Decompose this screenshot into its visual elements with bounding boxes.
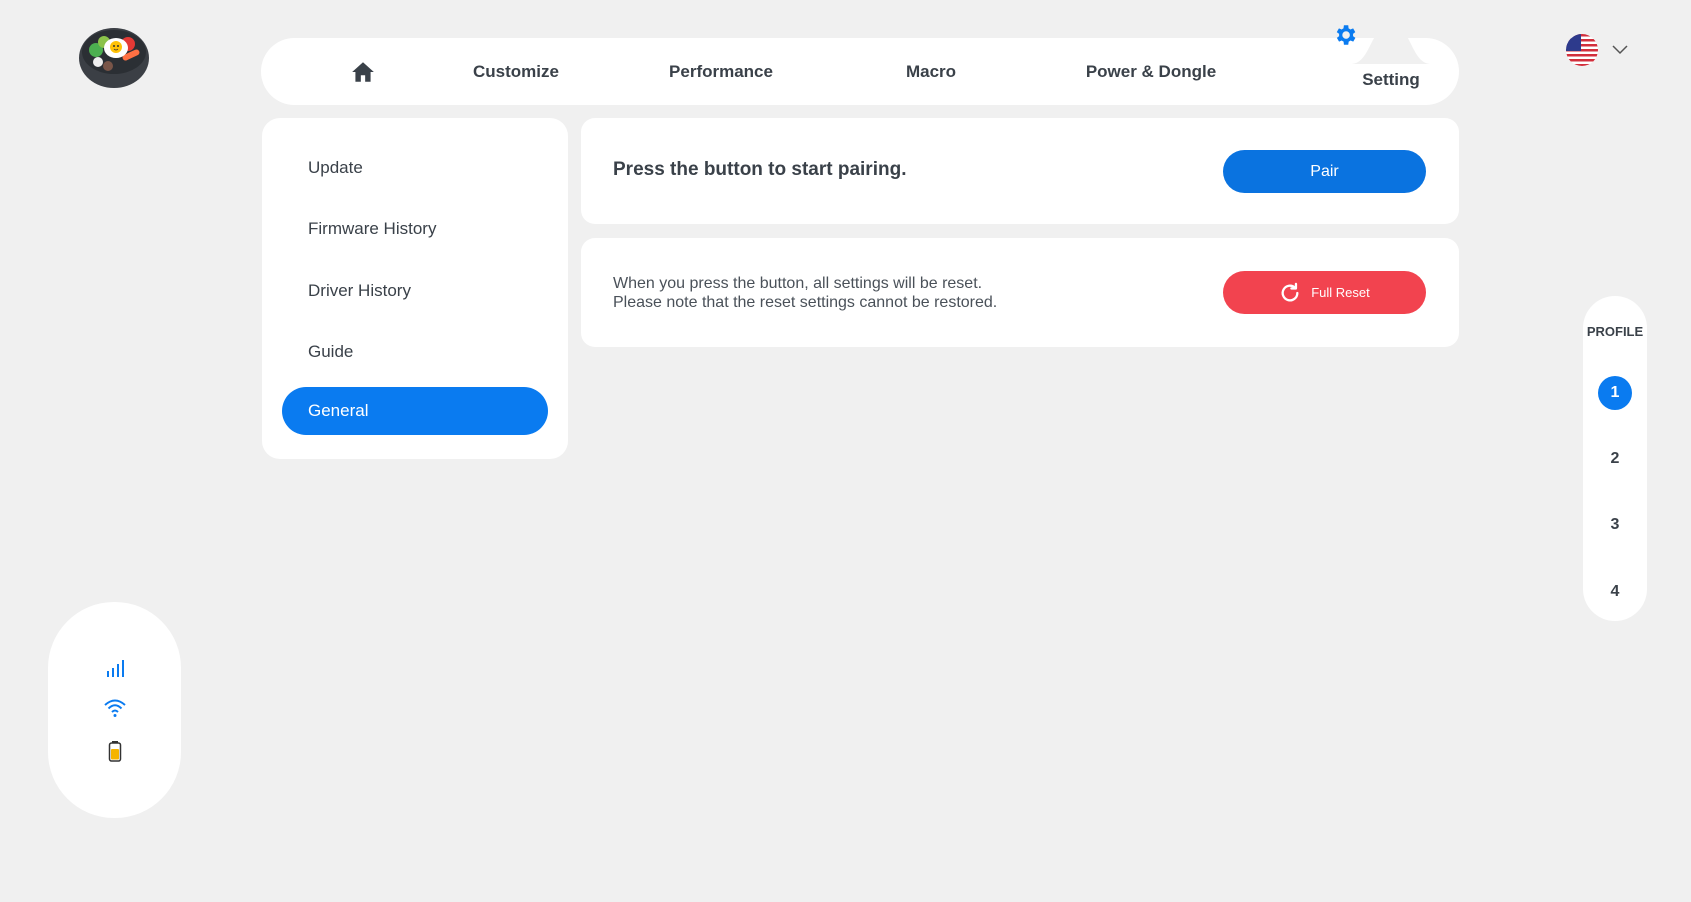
nav-home[interactable]	[343, 38, 383, 105]
full-reset-label: Full Reset	[1311, 285, 1370, 300]
pair-instruction: Press the button to start pairing.	[613, 159, 907, 180]
pair-button[interactable]: Pair	[1223, 150, 1426, 193]
us-flag-icon	[1566, 34, 1598, 66]
profile-selector: PROFILE 1 2 3 4	[1583, 296, 1647, 621]
reset-warning-line-2: Please note that the reset settings cann…	[613, 294, 998, 311]
profile-title: PROFILE	[1586, 324, 1644, 339]
pair-card: Press the button to start pairing. Pair	[581, 118, 1459, 224]
signal-icon	[107, 660, 124, 677]
nav-power-dongle[interactable]: Power & Dongle	[1051, 38, 1251, 105]
nav-macro[interactable]: Macro	[861, 38, 1001, 105]
reset-warning: When you press the button, all settings …	[613, 274, 997, 312]
refresh-icon	[1281, 282, 1299, 301]
device-status-panel	[48, 602, 181, 818]
sidebar-item-general[interactable]: General	[282, 387, 548, 435]
gear-icon	[1336, 25, 1356, 45]
sidebar-item-guide[interactable]: Guide	[282, 328, 548, 376]
sidebar-item-firmware-history[interactable]: Firmware History	[282, 205, 548, 253]
settings-sidebar: Update Firmware History Driver History G…	[262, 118, 568, 459]
sidebar-item-driver-history[interactable]: Driver History	[282, 267, 548, 315]
battery-icon	[108, 741, 122, 762]
reset-card: When you press the button, all settings …	[581, 238, 1459, 347]
profile-4[interactable]: 4	[1598, 575, 1632, 609]
profile-1[interactable]: 1	[1598, 376, 1632, 410]
profile-3[interactable]: 3	[1598, 508, 1632, 542]
profile-2[interactable]: 2	[1598, 442, 1632, 476]
nav-setting[interactable]: Setting	[1311, 46, 1471, 113]
bibimbap-logo	[79, 28, 149, 88]
sidebar-item-update[interactable]: Update	[282, 144, 548, 192]
language-selector[interactable]	[1566, 34, 1628, 66]
reset-warning-line-1: When you press the button, all settings …	[613, 275, 983, 292]
home-icon	[352, 61, 374, 82]
nav-performance[interactable]: Performance	[641, 38, 801, 105]
chevron-down-icon	[1612, 45, 1628, 55]
full-reset-button[interactable]: Full Reset	[1223, 271, 1426, 314]
top-navigation: Customize Performance Macro Power & Dong…	[261, 24, 1459, 105]
nav-customize[interactable]: Customize	[441, 38, 591, 105]
wifi-icon	[104, 699, 126, 717]
